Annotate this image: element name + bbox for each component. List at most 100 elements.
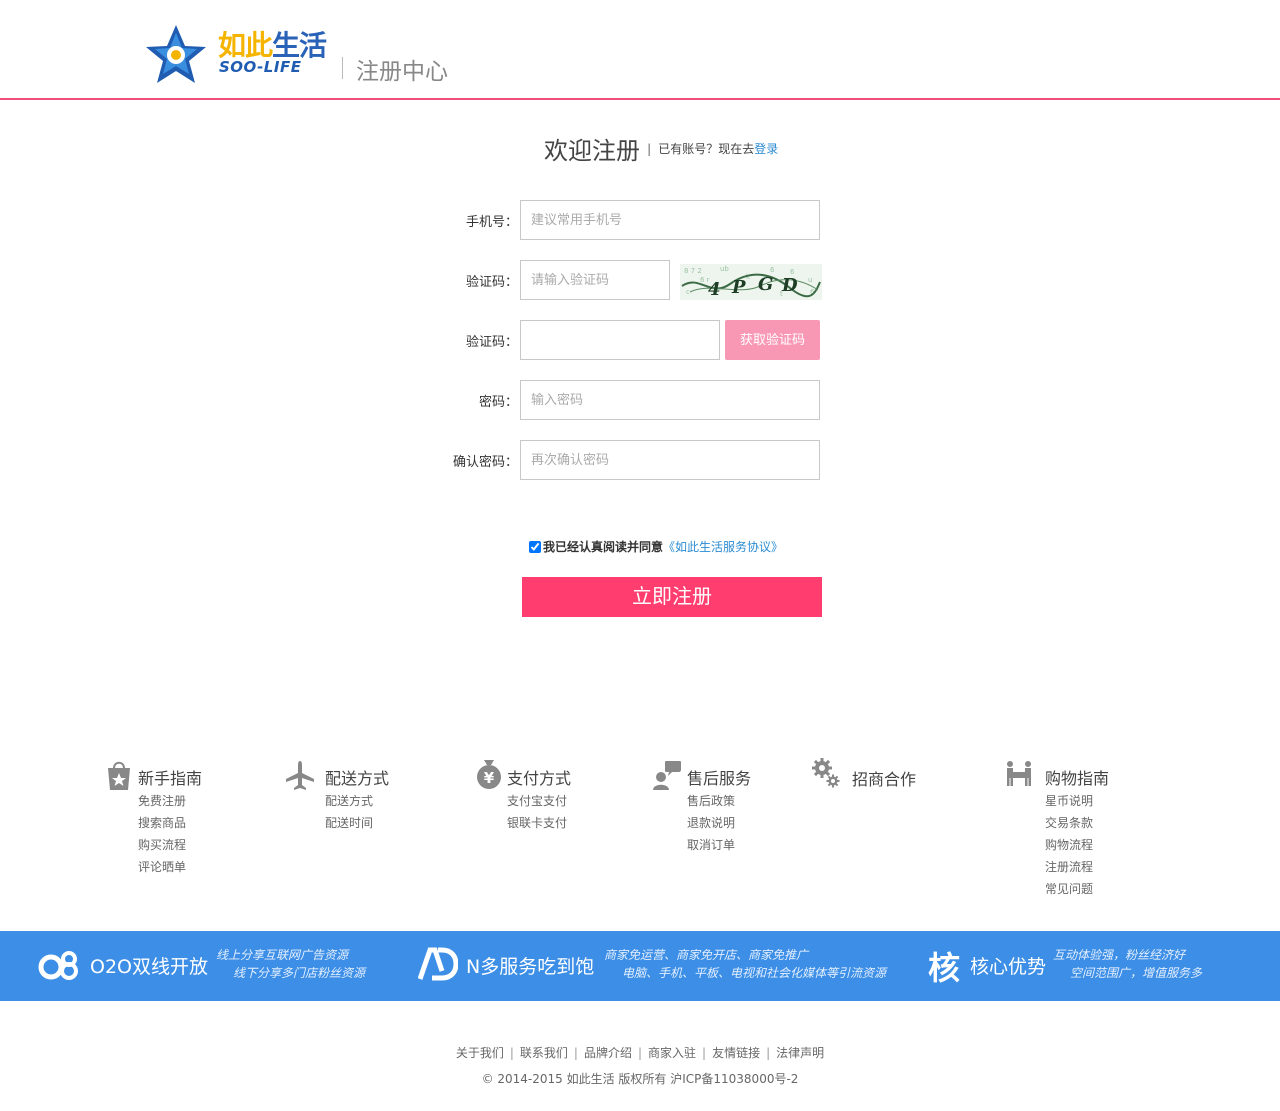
agreement-text: 我已经认真阅读并同意	[543, 540, 664, 554]
help-list-guide: 免费注册 搜索商品 购买流程 评论晒单	[138, 790, 186, 878]
help-link[interactable]: 免费注册	[138, 790, 186, 812]
feature-title: O2O双线开放	[90, 956, 208, 978]
phone-input[interactable]	[520, 200, 820, 240]
welcome-separator: |	[647, 141, 652, 156]
he-character-icon: 核	[928, 949, 961, 987]
help-link[interactable]: 购物流程	[1045, 834, 1093, 856]
gears-icon	[812, 758, 840, 788]
site-logo[interactable]: 如此生活 SOO-LIFE	[143, 22, 333, 86]
help-list-delivery: 配送方式 配送时间	[325, 790, 373, 834]
footer-link-merchant[interactable]: 商家入驻	[648, 1046, 696, 1060]
confirm-password-row: 确认密码：	[398, 440, 518, 480]
phone-label: 手机号：	[465, 215, 518, 230]
help-link[interactable]: 搜索商品	[138, 812, 186, 834]
help-title-shopping: 购物指南	[1045, 769, 1110, 788]
svg-text:6: 6	[770, 266, 775, 274]
help-link[interactable]: 支付宝支付	[507, 790, 567, 812]
footer-separator: |	[573, 1046, 578, 1060]
help-link[interactable]: 退款说明	[687, 812, 735, 834]
help-list-payment: 支付宝支付 银联卡支付	[507, 790, 567, 834]
yuan-money-bag-icon: ¥	[477, 760, 501, 789]
help-title-guide: 新手指南	[138, 769, 203, 788]
feature-desc-line2: 线下分享多门店粉丝资源	[233, 966, 366, 980]
page-header: 如此生活 SOO-LIFE 注册中心	[0, 0, 1280, 100]
footer-separator: |	[766, 1046, 771, 1060]
get-sms-code-button[interactable]: 获取验证码	[725, 320, 820, 360]
footer-link-about[interactable]: 关于我们	[456, 1046, 504, 1060]
footer-link-brand[interactable]: 品牌介绍	[584, 1046, 632, 1060]
confirm-password-label: 确认密码：	[452, 455, 518, 470]
airplane-icon	[286, 761, 314, 790]
login-link[interactable]: 登录	[754, 142, 778, 156]
footer-separator: |	[702, 1046, 707, 1060]
help-link[interactable]: 评论晒单	[138, 856, 186, 878]
footer-separator: |	[637, 1046, 643, 1060]
footer-links: 关于我们 | 联系我们 | 品牌介绍 | 商家入驻 | 友情链接 | 法律声明	[0, 1044, 1280, 1061]
footer-link-friends[interactable]: 友情链接	[712, 1046, 760, 1060]
ad-logo-icon	[418, 947, 458, 981]
svg-text:u: u	[808, 276, 812, 284]
feature-desc-line2: 电脑、手机、平板、电视和社会化媒体等引流资源	[622, 966, 887, 980]
help-link[interactable]: 购买流程	[138, 834, 186, 856]
help-title-business: 招商合作	[852, 770, 917, 789]
help-title-payment: 支付方式	[507, 769, 572, 788]
svg-text:c: c	[686, 288, 690, 296]
star-flower-logo-icon	[146, 25, 206, 83]
o2o-logo-icon	[38, 951, 78, 980]
help-link[interactable]: 常见问题	[1045, 878, 1093, 900]
footer-link-contact[interactable]: 联系我们	[520, 1046, 568, 1060]
help-link[interactable]: 注册流程	[1045, 856, 1093, 878]
feature-band: O2O双线开放 线上分享互联网广告资源 线下分享多门店粉丝资源 N多服务吃到饱 …	[0, 931, 1280, 1001]
feature-core: 核 核心优势 互动体验强，粉丝经济好 空间范围广，增值服务多	[928, 931, 1228, 1001]
service-agreement-link[interactable]: 《如此生活服务协议》	[663, 540, 783, 554]
password-row: 密码：	[398, 380, 518, 420]
help-link[interactable]: 配送时间	[325, 812, 373, 834]
feature-desc-line2: 空间范围广，增值服务多	[1070, 966, 1203, 980]
help-list-aftersales: 售后政策 退款说明 取消订单	[687, 790, 735, 856]
captcha-glyph: 4	[708, 279, 721, 300]
feature-desc-line1: 商家免运营、商家免开店、商家免推广	[604, 948, 809, 962]
feature-title: N多服务吃到饱	[466, 956, 595, 978]
confirm-password-input[interactable]	[520, 440, 820, 480]
svg-text:P: P	[731, 277, 746, 298]
sms-code-label: 验证码：	[465, 335, 518, 350]
svg-text:¥: ¥	[484, 769, 495, 787]
footer-link-legal[interactable]: 法律声明	[776, 1046, 824, 1060]
svg-text:8 7 2: 8 7 2	[684, 267, 702, 275]
logo-english-name: SOO-LIFE	[219, 58, 302, 76]
svg-text:ub: ub	[720, 265, 729, 273]
phone-row: 手机号：	[398, 200, 518, 240]
help-link[interactable]: 配送方式	[325, 790, 373, 812]
captcha-input[interactable]	[520, 260, 670, 300]
help-link[interactable]: 取消订单	[687, 834, 735, 856]
welcome-login-prompt: 已有账号？现在去	[658, 142, 755, 156]
svg-text:D: D	[781, 275, 798, 296]
password-input[interactable]	[520, 380, 820, 420]
help-list-shopping: 星币说明 交易条款 购物流程 注册流程 常见问题	[1045, 790, 1093, 900]
agreement-row: 我已经认真阅读并同意《如此生活服务协议》	[529, 538, 783, 555]
feature-services: N多服务吃到饱 商家免运营、商家免开店、商家免推广 电脑、手机、平板、电视和社会…	[418, 931, 898, 1001]
sms-code-row: 验证码：	[398, 320, 518, 360]
footer-separator: |	[509, 1046, 514, 1060]
feature-desc-line1: 线上分享互联网广告资源	[216, 948, 349, 962]
captcha-label: 验证码：	[465, 275, 518, 290]
help-link[interactable]: 售后政策	[687, 790, 735, 812]
help-title-delivery: 配送方式	[325, 769, 390, 788]
people-shopping-icon	[1007, 761, 1031, 786]
header-divider	[342, 57, 343, 79]
page-title: 注册中心	[356, 59, 448, 85]
sms-code-input[interactable]	[520, 320, 720, 360]
welcome-title: 欢迎注册	[544, 137, 640, 165]
feature-desc-line1: 互动体验强，粉丝经济好	[1053, 948, 1186, 962]
feature-title: 核心优势	[970, 956, 1047, 978]
captcha-row: 验证码：	[398, 260, 518, 300]
password-label: 密码：	[478, 395, 518, 410]
help-link[interactable]: 星币说明	[1045, 790, 1093, 812]
welcome-heading: 欢迎注册 | 已有账号？现在去登录	[544, 131, 778, 166]
captcha-image[interactable]: 8 7 2 ub 6 6 6 rku ct6 4 P G D	[680, 264, 822, 300]
captcha-noise: 8 7 2 ub 6 6 6 rku ct6 4 P G D	[680, 264, 822, 300]
register-submit-button[interactable]: 立即注册	[522, 577, 822, 617]
help-link[interactable]: 交易条款	[1045, 812, 1093, 834]
help-link[interactable]: 银联卡支付	[507, 812, 567, 834]
agreement-checkbox[interactable]	[529, 540, 541, 553]
